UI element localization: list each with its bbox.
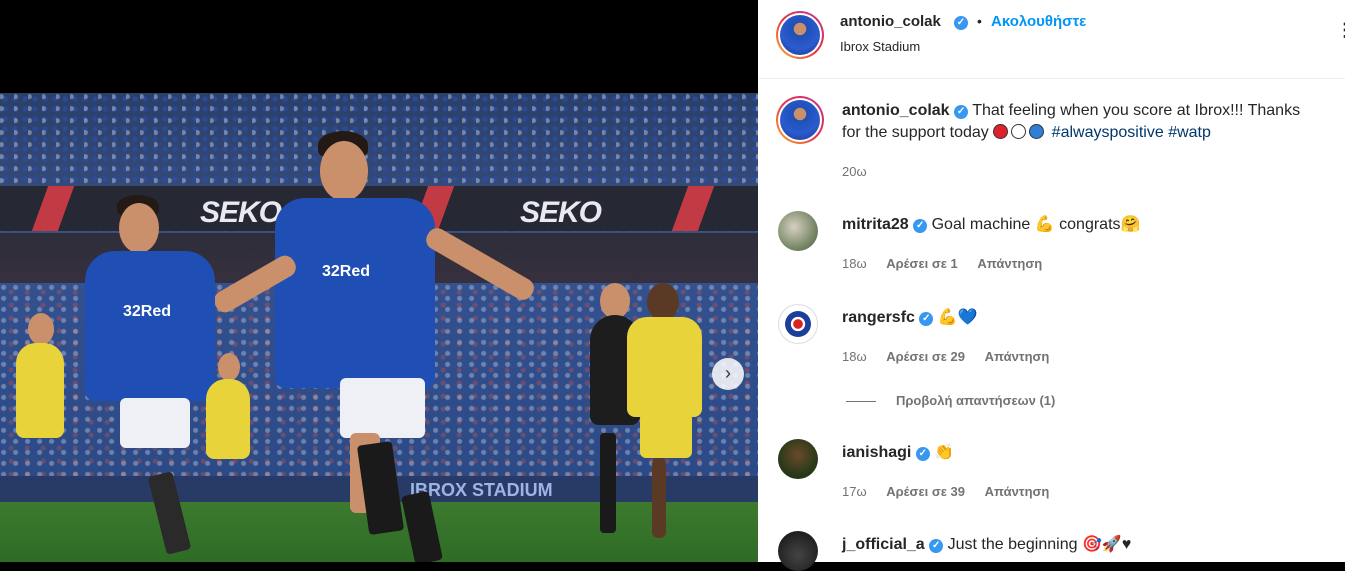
comment-meta: 18ω Αρέσει σε 29 Απάντηση bbox=[842, 349, 1049, 364]
comment-username[interactable]: rangersfc bbox=[842, 309, 915, 326]
reply-button[interactable]: Απάντηση bbox=[985, 349, 1050, 364]
comment-text: ianishagi ✓ 👏 bbox=[842, 442, 954, 462]
rangers-logo-icon bbox=[785, 311, 811, 337]
opponent-left bbox=[10, 313, 70, 533]
comment-time: 17ω bbox=[842, 484, 867, 499]
hashtag-link[interactable]: #watp bbox=[1168, 124, 1211, 141]
sponsor-text: 32Red bbox=[322, 263, 371, 280]
blue-circle-icon bbox=[1029, 124, 1045, 139]
separator-dot: • bbox=[977, 13, 982, 29]
view-replies-button[interactable]: Προβολή απαντήσεων (1) bbox=[846, 393, 1055, 408]
comment-text: rangersfc ✓ 💪💙 bbox=[842, 307, 978, 327]
caption-time: 20ω bbox=[842, 164, 867, 179]
muscle-icon: 💪 bbox=[937, 309, 958, 326]
opponent-player bbox=[622, 283, 712, 553]
blue-heart-icon: 💙 bbox=[957, 309, 978, 326]
clap-icon: 👏 bbox=[934, 444, 955, 461]
verified-icon: ✓ bbox=[915, 447, 930, 461]
commenter-avatar[interactable] bbox=[778, 304, 818, 344]
caption-text: antonio_colak ✓ That feeling when you sc… bbox=[842, 100, 1342, 144]
heart-icon: ♥ bbox=[1121, 536, 1132, 553]
caption-username[interactable]: antonio_colak bbox=[842, 102, 950, 119]
caption-line2: for the support today bbox=[842, 124, 989, 141]
verified-icon: ✓ bbox=[954, 105, 969, 119]
next-media-button[interactable]: › bbox=[712, 358, 744, 390]
comment-likes[interactable]: Αρέσει σε 1 bbox=[886, 256, 958, 271]
comment-text: mitrita28 ✓ Goal machine 💪 congrats🤗 bbox=[842, 214, 1140, 234]
comment-text: j_official_a ✓ Just the beginning 🎯🚀♥ bbox=[842, 534, 1131, 554]
reply-button[interactable]: Απάντηση bbox=[977, 256, 1042, 271]
commenter-avatar[interactable] bbox=[778, 531, 818, 571]
comment-time: 18ω bbox=[842, 256, 867, 271]
comment-likes[interactable]: Αρέσει σε 29 bbox=[886, 349, 965, 364]
comment-username[interactable]: mitrita28 bbox=[842, 216, 909, 233]
post-photo[interactable]: SEKO SEKO IBROX STADIUM 32Red 32Red bbox=[0, 93, 758, 562]
verified-icon: ✓ bbox=[913, 219, 928, 233]
hug-icon: 🤗 bbox=[1120, 216, 1141, 233]
reply-button[interactable]: Απάντηση bbox=[985, 484, 1050, 499]
post-media: SEKO SEKO IBROX STADIUM 32Red 32Red › bbox=[0, 0, 758, 562]
comment-meta: 18ω Αρέσει σε 1 Απάντηση bbox=[842, 256, 1042, 271]
white-circle-icon bbox=[1011, 124, 1027, 139]
post-header: antonio_colak ✓ • Ακολουθήστε Ibrox Stad… bbox=[758, 0, 1345, 79]
author-username[interactable]: antonio_colak bbox=[840, 13, 941, 30]
comment-body: Goal machine bbox=[931, 216, 1031, 233]
location-link[interactable]: Ibrox Stadium bbox=[840, 39, 920, 54]
sponsor-text-2: 32Red bbox=[123, 303, 172, 320]
comment-body: Just the beginning bbox=[947, 536, 1078, 553]
author-avatar[interactable] bbox=[776, 11, 824, 59]
caption-line1: That feeling when you score at Ibrox!!! … bbox=[972, 102, 1301, 119]
muscle-icon: 💪 bbox=[1034, 216, 1055, 233]
commenter-avatar[interactable] bbox=[778, 211, 818, 251]
rocket-icon: 🚀 bbox=[1101, 536, 1122, 553]
post-panel: antonio_colak ✓ • Ακολουθήστε Ibrox Stad… bbox=[758, 0, 1345, 571]
comment-time: 18ω bbox=[842, 349, 867, 364]
comment-meta: 17ω Αρέσει σε 39 Απάντηση bbox=[842, 484, 1049, 499]
verified-icon: ✓ bbox=[954, 16, 968, 30]
red-circle-icon bbox=[993, 124, 1009, 139]
target-icon: 🎯 bbox=[1081, 536, 1102, 553]
comment-likes[interactable]: Αρέσει σε 39 bbox=[886, 484, 965, 499]
hashtag-link[interactable]: #alwayspositive bbox=[1052, 124, 1164, 141]
replies-line bbox=[846, 401, 876, 403]
comment-username[interactable]: ianishagi bbox=[842, 444, 911, 461]
commenter-avatar[interactable] bbox=[778, 439, 818, 479]
caption-avatar[interactable] bbox=[776, 96, 824, 144]
comment-username[interactable]: j_official_a bbox=[842, 536, 925, 553]
more-options-icon[interactable]: ⋮ bbox=[1336, 20, 1345, 41]
opponent-back bbox=[200, 353, 260, 523]
verified-icon: ✓ bbox=[929, 539, 944, 553]
verified-icon: ✓ bbox=[919, 312, 934, 326]
view-replies-label: Προβολή απαντήσεων (1) bbox=[896, 393, 1056, 408]
follow-button[interactable]: Ακολουθήστε bbox=[991, 13, 1086, 30]
comment-body-2: congrats bbox=[1059, 216, 1121, 233]
